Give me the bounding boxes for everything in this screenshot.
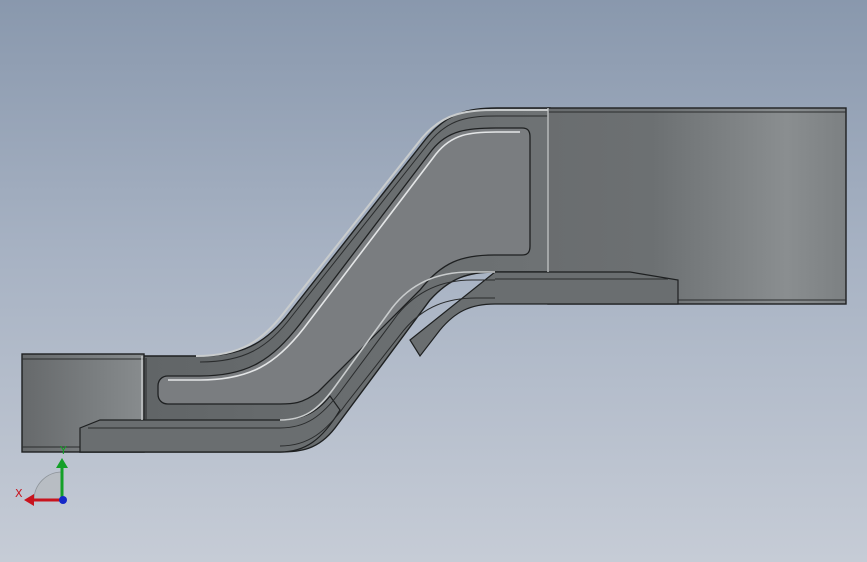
model-view[interactable]: Y X (0, 0, 867, 562)
triad-y-label: Y (59, 444, 67, 457)
triad-x-label: X (15, 487, 23, 500)
graphics-viewport[interactable]: Y X (0, 0, 867, 562)
triad-plane-indicator (33, 471, 63, 501)
coordinate-triad: Y X (15, 444, 68, 506)
z-axis-dot (59, 496, 67, 504)
right-flange-ledge (409, 271, 679, 358)
